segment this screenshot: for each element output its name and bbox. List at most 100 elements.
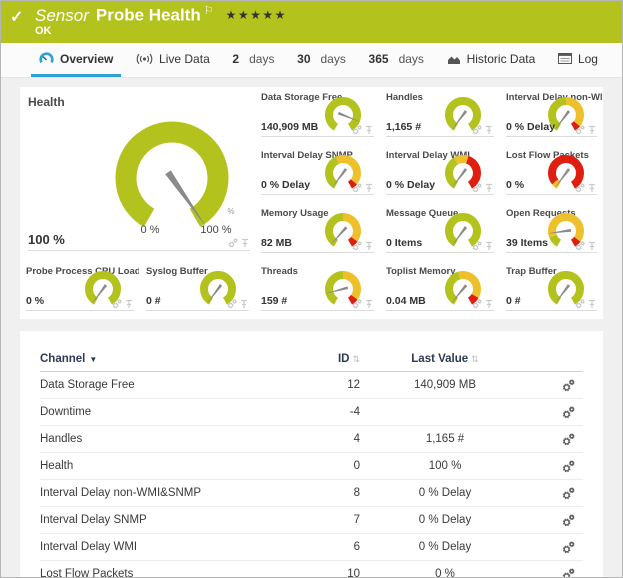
gear-icon[interactable] [352, 241, 362, 251]
tab-number: 365 [369, 52, 389, 66]
gear-icon[interactable] [472, 299, 482, 309]
tab-365-days[interactable]: 365days [361, 43, 432, 77]
cell-channel[interactable]: Data Storage Free [40, 379, 320, 391]
pin-icon[interactable] [588, 183, 596, 193]
gear-icon[interactable] [575, 241, 585, 251]
gauge-actions [227, 299, 248, 309]
gauge-cell: Threads159 # [255, 261, 380, 319]
table-row[interactable]: Interval Delay non-WMI&SNMP80 % Delay [40, 480, 583, 507]
table-row[interactable]: Data Storage Free12140,909 MB [40, 372, 583, 399]
gauge-cell: Lost Flow Packets0 % [500, 145, 603, 203]
table-row[interactable]: Health0100 % [40, 453, 583, 480]
cell-id: 12 [320, 379, 360, 391]
pin-icon[interactable] [485, 183, 493, 193]
gauge-value: 159 # [261, 295, 287, 307]
ok-check-icon: ✓ [10, 7, 23, 27]
pin-icon[interactable] [365, 125, 373, 135]
tab-overview[interactable]: Overview [31, 43, 121, 77]
gauge-cell: Toplist Memory0.04 MB [380, 261, 500, 319]
gear-icon[interactable] [228, 238, 238, 248]
column-header-channel[interactable]: Channel▼ [40, 353, 320, 365]
table-row[interactable]: Downtime-4 [40, 399, 583, 426]
flag-icon[interactable]: ⚐ [204, 5, 214, 17]
pin-icon[interactable] [125, 299, 133, 309]
gear-icon[interactable] [112, 299, 122, 309]
pin-icon[interactable] [240, 299, 248, 309]
gear-icon[interactable] [562, 541, 575, 554]
column-header-id[interactable]: ID⇅ [320, 353, 360, 365]
gear-icon[interactable] [562, 406, 575, 419]
gauges-panel: Health % 0 % 100 % 100 % Data Storage Fr… [20, 87, 603, 319]
live-data-icon [136, 53, 153, 65]
pin-icon[interactable] [485, 125, 493, 135]
gear-icon[interactable] [562, 514, 575, 527]
gear-icon[interactable] [472, 183, 482, 193]
divider [28, 250, 250, 251]
cell-channel[interactable]: Health [40, 460, 320, 472]
gauge-actions [352, 241, 373, 251]
gauge-actions [472, 241, 493, 251]
gauge-scale-max: 100 % [193, 224, 239, 236]
table-row[interactable]: Handles41,165 # [40, 426, 583, 453]
cell-channel[interactable]: Handles [40, 433, 320, 445]
gear-icon[interactable] [352, 125, 362, 135]
tab-historic-data[interactable]: Historic Data [439, 43, 544, 77]
pin-icon[interactable] [588, 241, 596, 251]
gear-icon[interactable] [562, 487, 575, 500]
divider [261, 310, 374, 311]
gear-icon[interactable] [575, 125, 585, 135]
gauge-actions [472, 299, 493, 309]
gear-icon[interactable] [352, 183, 362, 193]
divider [506, 194, 597, 195]
gauge-cell: Memory Usage82 MB [255, 203, 380, 261]
cell-channel[interactable]: Interval Delay WMI [40, 541, 320, 553]
gauge-actions [112, 299, 133, 309]
tab-live-data[interactable]: Live Data [128, 43, 218, 77]
cell-actions [530, 487, 583, 500]
pin-icon[interactable] [365, 299, 373, 309]
gear-icon[interactable] [562, 460, 575, 473]
tab-log[interactable]: Log [550, 43, 606, 77]
gear-icon[interactable] [472, 241, 482, 251]
gauge-actions [575, 125, 596, 135]
table-row[interactable]: Lost Flow Packets100 % [40, 561, 583, 578]
pin-icon[interactable] [241, 238, 249, 248]
gear-icon[interactable] [472, 125, 482, 135]
tab-number: 2 [232, 52, 239, 66]
gear-icon[interactable] [575, 299, 585, 309]
divider [261, 136, 374, 137]
column-header-last-value[interactable]: Last Value⇅ [360, 353, 530, 365]
priority-stars[interactable]: ★★★★★ [226, 8, 287, 22]
cell-channel[interactable]: Interval Delay SNMP [40, 514, 320, 526]
gear-icon[interactable] [562, 379, 575, 392]
tab-30-days[interactable]: 30 days [289, 43, 354, 77]
table-row[interactable]: Interval Delay WMI60 % Delay [40, 534, 583, 561]
gear-icon[interactable] [352, 299, 362, 309]
tab-number: 30 [297, 52, 310, 66]
tab-bar: OverviewLive Data2days 30 days 365daysHisto… [1, 43, 622, 78]
tab-label: days [321, 52, 346, 66]
table-row[interactable]: Interval Delay SNMP70 % Delay [40, 507, 583, 534]
cell-channel[interactable]: Lost Flow Packets [40, 568, 320, 578]
pin-icon[interactable] [485, 241, 493, 251]
cell-id: 8 [320, 487, 360, 499]
gauge-value: 140,909 MB [261, 121, 318, 133]
divider [386, 194, 494, 195]
gauge-actions [352, 299, 373, 309]
gear-icon[interactable] [227, 299, 237, 309]
divider [386, 310, 494, 311]
cell-last-value: 140,909 MB [360, 379, 530, 391]
pin-icon[interactable] [588, 125, 596, 135]
gear-icon[interactable] [562, 433, 575, 446]
cell-channel[interactable]: Interval Delay non-WMI&SNMP [40, 487, 320, 499]
sensor-type-label: Sensor [35, 6, 89, 25]
pin-icon[interactable] [588, 299, 596, 309]
tab-2-days[interactable]: 2days [224, 43, 282, 77]
gear-icon[interactable] [562, 568, 575, 578]
cell-channel[interactable]: Downtime [40, 406, 320, 418]
pin-icon[interactable] [485, 299, 493, 309]
gauge-cell: Handles1,165 # [380, 87, 500, 145]
pin-icon[interactable] [365, 241, 373, 251]
pin-icon[interactable] [365, 183, 373, 193]
gear-icon[interactable] [575, 183, 585, 193]
